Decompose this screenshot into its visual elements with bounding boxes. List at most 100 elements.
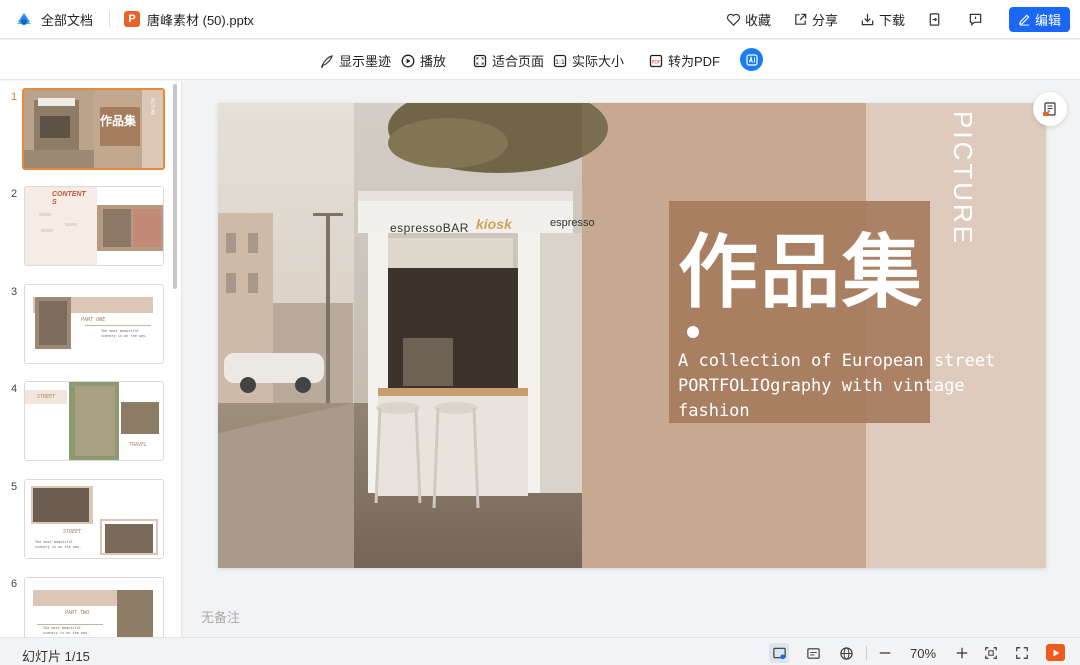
fit-screen-icon — [985, 647, 997, 659]
thumb-part-one: PART ONE — [81, 317, 106, 323]
thumbnail-scrollbar[interactable] — [173, 84, 177, 289]
main-slide-canvas: espressoBAR kiosk espresso PICTURE 作品集 A… — [218, 103, 1046, 568]
slide-thumbnail-2[interactable]: CONTENT S — [24, 186, 164, 266]
svg-text:PDF: PDF — [652, 59, 661, 65]
slide-number: 3 — [11, 286, 18, 298]
download-icon — [861, 13, 874, 25]
download-button[interactable]: 下载 — [860, 10, 905, 29]
thumb-contents-title: CONTENT S — [52, 191, 86, 206]
notes-view-icon — [806, 647, 820, 659]
slide-1-preview: PICTURE — [24, 90, 163, 168]
globe-icon — [839, 646, 853, 660]
slide-thumbnail-1[interactable]: PICTURE 作品集 — [22, 88, 165, 170]
street-photo — [218, 103, 1046, 568]
slide-number: 5 — [11, 481, 18, 493]
convert-to-pdf-label: 转为PDF — [668, 54, 721, 69]
slide-2-preview — [25, 187, 163, 265]
slide-tools-button[interactable] — [1033, 92, 1067, 126]
slide-subtitle-line-2: PORTFOLIOgraphy with vintage — [678, 376, 965, 396]
divider — [866, 646, 867, 660]
slide-thumbnail-3[interactable]: PART ONE The most beautiful scenery is o… — [24, 284, 164, 364]
fullscreen-button[interactable] — [1012, 643, 1032, 663]
favorite-button[interactable]: 收藏 — [726, 10, 771, 29]
slide-tools-icon — [1043, 102, 1056, 116]
download-label: 下载 — [878, 12, 905, 28]
export-icon — [929, 12, 940, 26]
slide-thumbnail-panel: 1 2 3 4 5 6 PICTURE 作品集 CONTENT S PART O… — [0, 81, 182, 637]
status-bar: 幻灯片 1/15 70% — [0, 637, 1080, 665]
thumb-travel-label: TRAVEL — [129, 442, 148, 448]
ai-sparkle-icon — [745, 53, 758, 66]
fit-screen-button[interactable] — [981, 643, 1001, 663]
fit-page-label: 适合页面 — [492, 54, 545, 69]
favorite-label: 收藏 — [744, 12, 771, 28]
language-button[interactable] — [836, 643, 856, 663]
sign-espresso-bar: espressoBAR — [390, 221, 469, 235]
zoom-out-button[interactable] — [875, 643, 895, 663]
file-name: 唐峰素材 (50).pptx — [147, 12, 254, 28]
view-toolbar: 显示墨迹 播放 适合页面 1:1 实际大小 PDF 转为PDF — [0, 40, 1080, 80]
heart-icon — [726, 13, 740, 26]
pencil-icon — [1019, 14, 1030, 26]
slide-thumbnail-6[interactable]: PART TWO The most beautiful scenery is o… — [24, 577, 164, 637]
slide-thumbnail-5[interactable]: STREET The most beautiful scenery is on … — [24, 479, 164, 559]
zoom-level[interactable]: 70% — [910, 646, 936, 661]
slide-counter: 幻灯片 1/15 — [22, 649, 90, 664]
show-ink-button[interactable]: 显示墨迹 — [320, 51, 391, 70]
thumb-part-two: PART TWO — [65, 610, 90, 616]
share-label: 分享 — [811, 12, 838, 28]
edit-button[interactable]: 编辑 — [1009, 6, 1070, 32]
show-ink-label: 显示墨迹 — [339, 54, 392, 69]
play-circle-icon — [401, 54, 415, 67]
svg-text:PICTURE: PICTURE — [150, 98, 155, 116]
thumb-street-label: STREET — [37, 394, 56, 400]
thumb-street-label: STREET — [63, 529, 82, 535]
play-button[interactable]: 播放 — [401, 51, 446, 70]
pdf-icon: PDF — [649, 54, 663, 67]
slide-subtitle-line-3: fashion — [678, 401, 750, 421]
thumb-title: 作品集 — [100, 114, 137, 128]
share-icon — [795, 13, 807, 25]
edit-label: 编辑 — [1034, 12, 1061, 28]
all-documents-link[interactable]: 全部文档 — [41, 10, 93, 29]
slide-thumbnail-4[interactable]: STREET TRAVEL — [24, 381, 164, 461]
normal-view-button[interactable] — [769, 643, 789, 663]
zoom-in-button[interactable] — [952, 643, 972, 663]
play-icon — [1053, 649, 1059, 656]
thumb-text: The most beautiful scenery is on the way… — [35, 540, 82, 549]
slide-subtitle-line-1: A collection of European street — [678, 351, 996, 371]
thumb-text: The most beautiful scenery is on the way… — [43, 626, 90, 635]
actual-size-button[interactable]: 1:1 实际大小 — [553, 51, 624, 70]
slide-title: 作品集 — [678, 226, 924, 319]
ink-brush-icon — [320, 54, 333, 68]
slide-vertical-word: PICTURE — [948, 111, 978, 247]
minus-icon — [879, 652, 891, 654]
export-button[interactable] — [927, 12, 942, 27]
comment-icon — [969, 13, 982, 26]
convert-to-pdf-button[interactable]: PDF 转为PDF — [649, 51, 720, 70]
share-button[interactable]: 分享 — [793, 10, 838, 29]
actual-size-label: 实际大小 — [572, 54, 625, 69]
svg-text:1:1: 1:1 — [555, 59, 565, 66]
plus-icon — [956, 647, 968, 659]
thumb-text: The most beautiful scenery is on the way… — [101, 329, 148, 338]
slide-number: 2 — [11, 188, 18, 200]
ai-assistant-button[interactable] — [740, 48, 763, 71]
notes-placeholder[interactable]: 无备注 — [201, 607, 240, 626]
comment-button[interactable] — [968, 12, 983, 27]
slide-3-preview — [25, 285, 163, 363]
fit-page-button[interactable]: 适合页面 — [473, 51, 544, 70]
start-slideshow-button[interactable] — [1046, 644, 1065, 661]
top-bar: 全部文档 P 唐峰素材 (50).pptx 收藏 分享 下载 编辑 — [0, 0, 1080, 39]
pptx-file-icon: P — [124, 11, 141, 27]
notes-view-button[interactable] — [803, 643, 823, 663]
slide-number: 6 — [11, 578, 18, 590]
cloud-logo-icon[interactable] — [15, 10, 33, 28]
sign-kiosk: kiosk — [476, 216, 512, 232]
divider — [109, 11, 111, 27]
fullscreen-icon — [1016, 647, 1028, 659]
actual-size-icon: 1:1 — [553, 54, 567, 67]
slide-number: 4 — [11, 383, 18, 395]
sign-espresso-side: espresso — [550, 217, 595, 229]
normal-view-icon — [772, 647, 786, 659]
